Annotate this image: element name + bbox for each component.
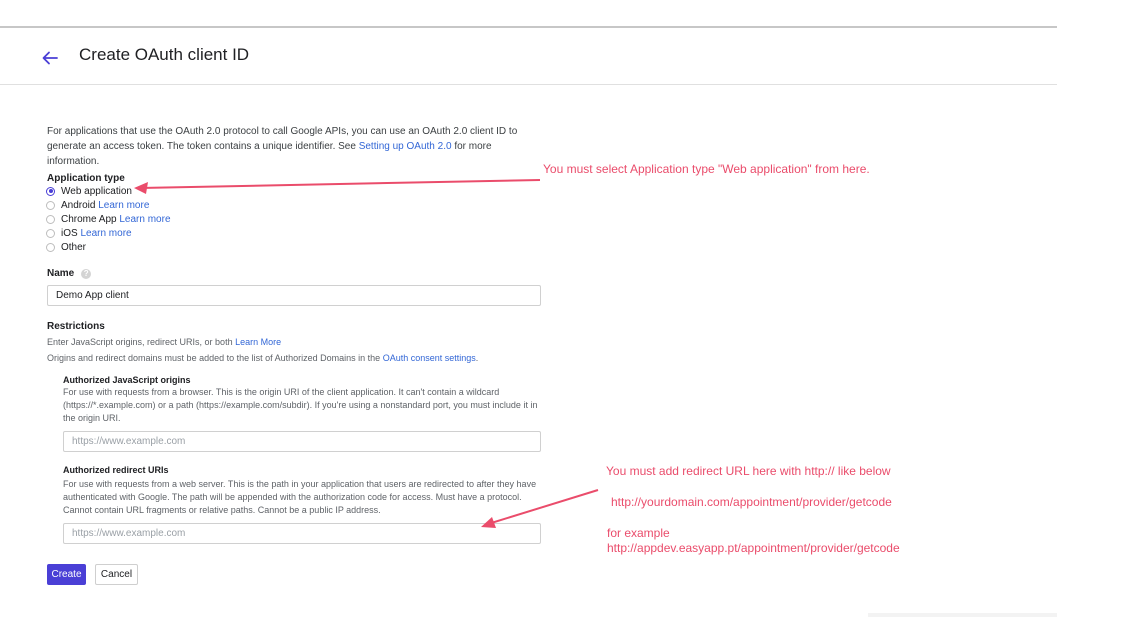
authorized-domains-text: Origins and redirect domains must be add… <box>47 353 383 363</box>
js-origins-title: Authorized JavaScript origins <box>63 375 191 385</box>
radio-label: Other <box>61 241 87 253</box>
radio-web-application[interactable]: Web application <box>46 184 171 198</box>
restrictions-hint-text: Enter JavaScript origins, redirect URIs,… <box>47 337 236 347</box>
radio-button[interactable] <box>46 186 55 196</box>
radio-button[interactable] <box>46 214 55 224</box>
bottom-right-strip <box>868 613 1057 617</box>
help-circle-icon[interactable]: ? <box>81 268 92 279</box>
radio-label: iOS <box>61 227 78 239</box>
redirect-uris-description: For use with requests from a web server.… <box>63 479 537 515</box>
radio-label: Web application <box>61 185 132 197</box>
cancel-button[interactable]: Cancel <box>95 564 138 585</box>
radio-label: Chrome App <box>61 213 117 225</box>
back-arrow-icon[interactable] <box>40 48 60 68</box>
authorized-domains-note: Origins and redirect domains must be add… <box>47 351 478 365</box>
redirect-uris-input[interactable]: https://www.example.com <box>63 523 541 544</box>
learn-more-link[interactable]: Learn More <box>235 337 281 347</box>
annotation-select-web-application: You must select Application type "Web ap… <box>543 162 870 176</box>
learn-more-link[interactable]: Learn more <box>98 200 149 211</box>
radio-button[interactable] <box>46 228 55 238</box>
radio-button[interactable] <box>46 242 55 252</box>
radio-label: Android <box>61 199 96 211</box>
redirect-uris-title: Authorized redirect URIs <box>63 465 169 475</box>
name-label-row: Name ? <box>47 268 92 279</box>
name-input[interactable]: Demo App client <box>47 285 541 306</box>
learn-more-link[interactable]: Learn more <box>80 228 131 239</box>
annotation-add-redirect-url: You must add redirect URL here with http… <box>606 464 891 478</box>
intro-text: For applications that use the OAuth 2.0 … <box>47 124 529 169</box>
application-type-radio-group: Web application Android Learn more Chrom… <box>46 184 171 254</box>
radio-android[interactable]: Android Learn more <box>46 198 171 212</box>
authorized-domains-end: . <box>475 353 479 363</box>
radio-ios[interactable]: iOS Learn more <box>46 226 171 240</box>
restrictions-title: Restrictions <box>47 321 105 332</box>
oauth-consent-settings-link[interactable]: OAuth consent settings <box>383 353 476 363</box>
radio-button[interactable] <box>46 200 55 210</box>
page-header: Create OAuth client ID <box>0 28 1057 85</box>
radio-other[interactable]: Other <box>46 240 171 254</box>
setting-up-oauth-link[interactable]: Setting up OAuth 2.0 <box>359 141 452 152</box>
learn-more-link[interactable]: Learn more <box>119 214 170 225</box>
js-origins-input[interactable]: https://www.example.com <box>63 431 541 452</box>
page-title: Create OAuth client ID <box>79 45 250 64</box>
annotation-for-example: for example <box>607 526 670 540</box>
create-button[interactable]: Create <box>47 564 86 585</box>
restrictions-hint: Enter JavaScript origins, redirect URIs,… <box>47 335 281 349</box>
application-type-label: Application type <box>47 173 125 184</box>
annotation-redirect-url-template: http://yourdomain.com/appointment/provid… <box>611 495 892 509</box>
annotation-example-url: http://appdev.easyapp.pt/appointment/pro… <box>607 541 900 555</box>
name-label: Name <box>47 268 75 279</box>
arrow-to-web-application <box>139 179 541 189</box>
js-origins-description: For use with requests from a browser. Th… <box>63 387 538 423</box>
radio-chrome-app[interactable]: Chrome App Learn more <box>46 212 171 226</box>
